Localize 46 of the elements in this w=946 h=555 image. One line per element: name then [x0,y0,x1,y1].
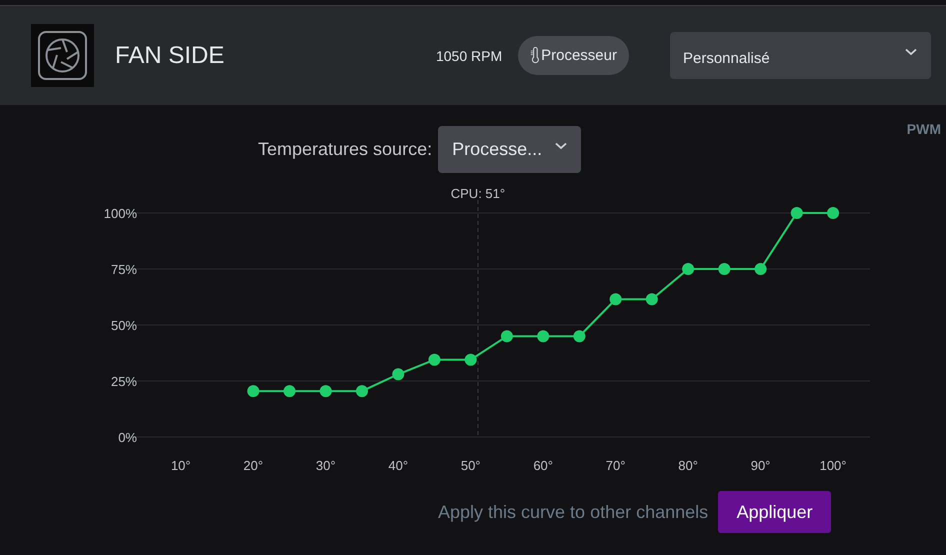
x-tick-label: 30° [316,458,336,473]
curve-point[interactable] [682,263,694,275]
curve-point[interactable] [356,385,368,398]
x-tick-label: 90° [750,458,770,473]
chevron-icon [905,48,917,56]
x-tick-label: 40° [388,458,408,473]
y-tick-label: 100% [104,206,137,221]
curve-point[interactable] [754,263,767,275]
y-tick-label: 50% [110,318,137,333]
fan-speed: 1050 RPM [436,48,502,64]
y-tick-label: 75% [110,262,137,277]
curve-point[interactable] [718,263,730,275]
profile-select[interactable]: Personnalisé [670,32,931,79]
x-tick-label: 20° [243,458,264,473]
apply-button[interactable]: Appliquer [718,491,832,533]
source-select[interactable]: Processe... [438,126,582,173]
x-tick-label: 60° [533,458,553,473]
chevron-icon [555,142,568,150]
axis-label: PWM [906,121,941,137]
curve-point[interactable] [392,368,404,380]
curve-point[interactable] [464,354,477,366]
source-label: Temperatures source: [258,139,432,160]
cpu-temperature-label: CPU: 51° [450,186,506,201]
curve-point[interactable] [610,293,622,306]
curve-point[interactable] [573,330,586,342]
fan-icon [31,24,94,87]
x-tick-label: 100° [820,458,846,473]
curve-point[interactable] [428,354,440,366]
curve-point[interactable] [790,207,803,219]
curve-point[interactable] [500,330,513,342]
source-button[interactable]: Processeur [518,36,629,75]
thermometer-icon [530,47,540,64]
x-tick-label: 50° [460,458,481,473]
fan-name: FAN SIDE [115,42,224,70]
x-tick-label: 70° [606,458,626,473]
y-tick-label: 25% [110,374,137,389]
curve-point[interactable] [284,385,296,398]
curve-point[interactable] [247,385,260,398]
curve-point[interactable] [827,207,840,219]
x-tick-label: 10° [170,458,191,473]
apply-hint: Apply this curve to other channels [438,502,708,522]
y-tick-label: 0% [118,430,137,445]
x-tick-label: 80° [678,458,698,473]
curve-point[interactable] [537,330,550,342]
curve-point[interactable] [646,293,658,306]
curve-point[interactable] [320,385,332,398]
